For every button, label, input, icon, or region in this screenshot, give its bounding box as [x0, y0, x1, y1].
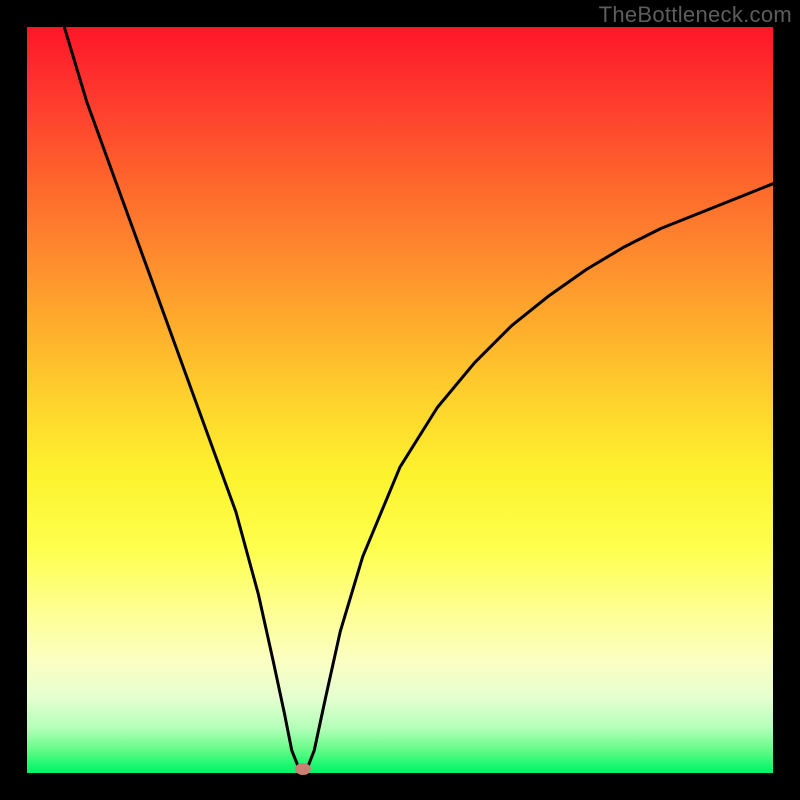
watermark-text: TheBottleneck.com	[599, 2, 792, 28]
optimum-marker	[295, 763, 311, 775]
chart-frame: TheBottleneck.com	[0, 0, 800, 800]
curve-svg	[27, 27, 773, 773]
bottleneck-curve	[64, 27, 773, 769]
plot-area	[27, 27, 773, 773]
